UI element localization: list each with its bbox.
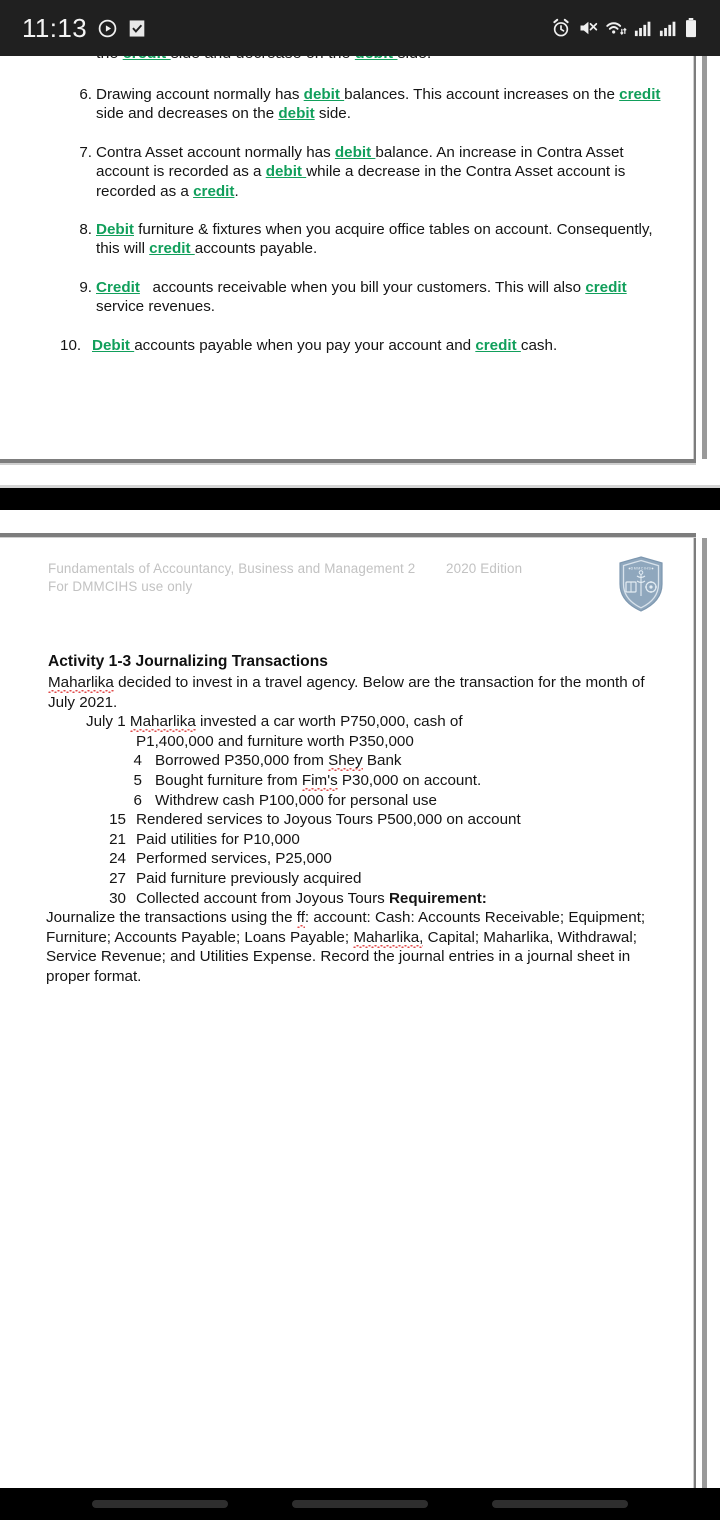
nav-pill-center[interactable] [292,1500,428,1508]
transaction-row: 4 Borrowed P350,000 from Shey Bank [48,751,663,771]
transaction-row: 15 Rendered services to Joyous Tours P50… [48,810,663,830]
list-item-number: 9. [79,278,92,296]
transaction-date: 30 [109,889,126,907]
requirement-paragraph: Journalize the transactions using the ff… [46,908,663,986]
list-item: 7. Contra Asset account normally has deb… [0,143,667,201]
status-bar: 11:13 [0,0,720,56]
transaction-row: 21 Paid utilities for P10,000 [48,830,663,850]
list-item: 10. Debit accounts payable when you pay … [0,336,667,355]
list-item: 9. Credit accounts receivable when you b… [0,278,667,317]
transaction-date: 6 [133,791,142,809]
phone-screen: 11:13 6. Drawing account normally has de… [0,0,720,1520]
header-edition: 2020 Edition [446,561,523,576]
page-separator-band [0,488,720,510]
dmmcihs-shield-logo-icon: DMMCIHS [617,556,665,612]
nav-pill-right[interactable] [492,1500,628,1508]
nav-pill-left[interactable] [92,1500,228,1508]
spellcheck-word: Maharlika [48,674,114,691]
signal-icon-1 [634,19,652,37]
clipped-text-line: the credit side and decrease on the debi… [0,56,667,66]
transaction-text: Bought furniture from Fim's P30,000 on a… [142,771,663,791]
activity-intro: Maharlika decided to invest in a travel … [48,673,663,712]
list-item-text: Drawing account normally has debit balan… [96,86,661,123]
spellcheck-word: ff [296,909,305,927]
transaction-date: July 1 [86,713,126,731]
list-item: 6. Drawing account normally has debit ba… [0,85,667,124]
transaction-date: 24 [109,850,126,868]
transaction-row: P1,400,000 and furniture worth P350,000 [48,732,663,752]
transaction-date: 21 [109,830,126,848]
status-bar-right [551,18,698,38]
transaction-row: 27 Paid furniture previously acquired [48,869,663,889]
header-subtitle: For DMMCIHS use only [48,578,193,594]
transaction-text-rest: Bank [362,752,402,770]
play-circle-icon [98,19,117,38]
spellcheck-word: Shey [328,752,363,770]
list-item-text: Contra Asset account normally has debit … [96,143,626,200]
header-title: Fundamentals of Accountancy, Business an… [48,561,416,576]
transaction-date: 15 [109,811,126,829]
transaction-text: Paid furniture previously acquired [136,869,362,887]
transaction-text-a: Borrowed P350,000 from [155,752,329,770]
transaction-text: Withdrew cash P100,000 for personal use [155,791,437,809]
activity-intro-rest: decided to invest in a travel agency. Be… [48,674,645,711]
transaction-row: 5 Bought furniture from Fim's P30,000 on… [48,771,663,791]
transaction-text-a: Bought furniture from [155,771,302,789]
status-bar-clock: 11:13 [22,12,88,43]
spellcheck-word: Maharlika, [353,928,424,946]
list-item-text: Debit accounts payable when you pay your… [92,336,558,354]
transactions-list: July 1 Maharlika invested a car worth P7… [48,712,663,908]
page-separator-gap-bottom [0,510,720,533]
requirement-label: Requirement: [388,889,487,907]
alarm-icon [551,18,571,38]
transaction-text-rest: invested a car worth P750,000, cash of [195,713,463,731]
battery-icon [684,18,698,38]
list-item-number: 6. [79,86,92,103]
document-page-1: the credit side and decrease on the debi… [0,56,707,459]
transaction-text: Paid utilities for P10,000 [136,830,300,848]
page-header-text: Fundamentals of Accountancy, Business an… [48,560,522,595]
page-header: Fundamentals of Accountancy, Business an… [48,556,663,618]
transaction-text: Collected account from Joyous Tours Requ… [126,889,663,909]
status-bar-left: 11:13 [22,13,146,44]
list-item-text: Credit accounts receivable when you bill… [96,278,627,316]
list-item-number: 7. [79,143,92,161]
document-page-2: Fundamentals of Accountancy, Business an… [0,538,707,1488]
list-item-number: 10. [60,336,82,354]
transaction-text: Borrowed P350,000 from Shey Bank [142,751,663,771]
transaction-date: 27 [109,869,126,887]
transaction-row: July 1 Maharlika invested a car worth P7… [48,712,663,732]
principles-list: 6. Drawing account normally has debit ba… [0,85,667,355]
document-viewport[interactable]: the credit side and decrease on the debi… [0,56,720,1488]
transaction-text: Maharlika invested a car worth P750,000,… [126,712,663,732]
navigation-bar [0,1488,720,1520]
transaction-text-rest: Collected account from Joyous Tours [136,889,389,907]
transaction-row: 30 Collected account from Joyous Tours R… [48,889,663,909]
transaction-text: Rendered services to Joyous Tours P500,0… [136,811,521,829]
list-item-number: 8. [79,221,92,239]
wifi-icon [605,18,627,38]
transaction-row: 6 Withdrew cash P100,000 for personal us… [48,791,663,811]
spellcheck-word: Fim's [301,771,338,789]
transaction-text: Performed services, P25,000 [136,850,332,868]
spellcheck-word: Maharlika [129,713,196,731]
transaction-text: P1,400,000 and furniture worth P350,000 [136,732,414,750]
transaction-row: 24 Performed services, P25,000 [48,849,663,869]
list-item-text: Debit furniture & fixtures when you acqu… [96,221,653,258]
requirement-text-a: Journalize the transactions using the [46,909,297,927]
clipped-text-content: the credit side and decrease on the debi… [96,56,431,63]
transaction-text-rest: P30,000 on account. [337,771,482,789]
checkbox-task-icon [128,19,146,38]
svg-text:DMMCIHS: DMMCIHS [631,567,652,571]
mute-icon [578,18,598,38]
signal-icon-2 [659,19,677,37]
activity-title: Activity 1-3 Journalizing Transactions [48,653,328,670]
list-item: 8. Debit furniture & fixtures when you a… [0,220,667,259]
transaction-date: 4 [133,752,142,770]
page-separator-gap-top [0,465,720,485]
transaction-date: 5 [133,771,142,789]
